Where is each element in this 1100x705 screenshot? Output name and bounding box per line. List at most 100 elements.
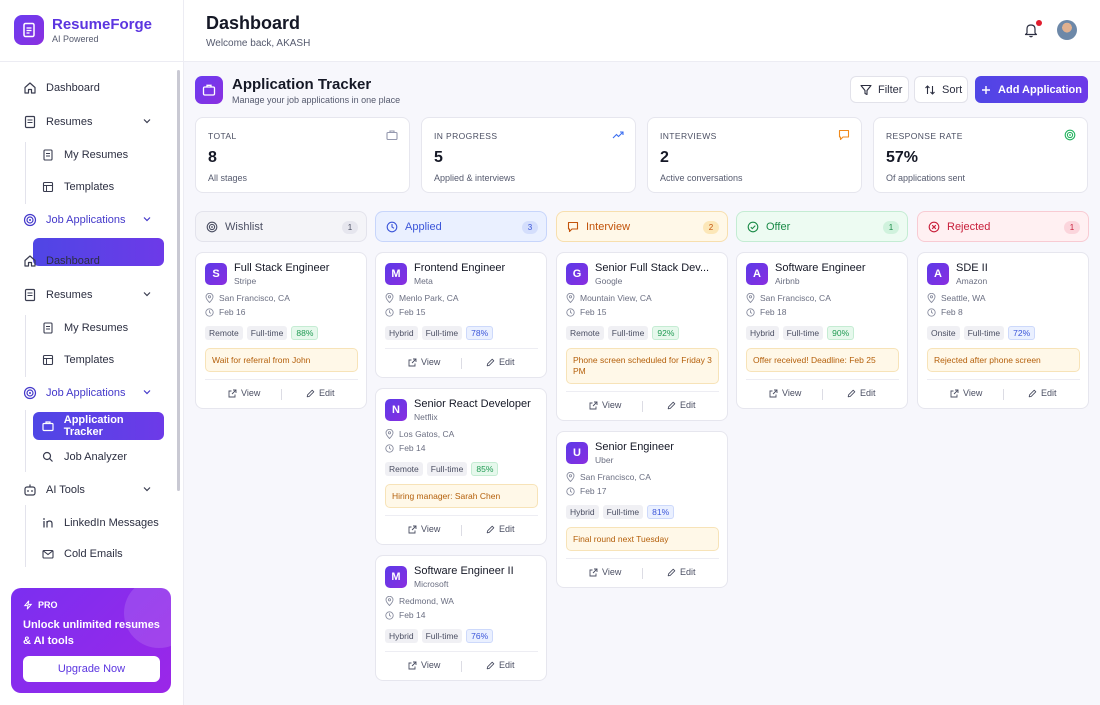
tracker-subtitle: Manage your job applications in one plac…: [232, 95, 401, 105]
sidebar-item-job-applications[interactable]: Job Applications: [18, 379, 164, 407]
sidebar-item-label: Application Tracker: [63, 414, 124, 438]
match-score-badge: 90%: [827, 326, 855, 340]
sidebar-scrollbar[interactable]: [177, 70, 180, 491]
sidebar-item-resumes[interactable]: Resumes: [18, 281, 164, 309]
edit-button[interactable]: Edit: [1028, 388, 1057, 398]
company-avatar: M: [385, 263, 407, 285]
column-title: Applied: [405, 220, 442, 233]
pro-badge: PRO: [23, 600, 58, 610]
sort-button[interactable]: Sort: [914, 76, 968, 103]
stat-label: IN PROGRESS: [434, 131, 498, 141]
sidebar-item-label: Resumes: [46, 289, 93, 301]
card-note: Rejected after phone screen: [927, 348, 1080, 372]
sidebar-item-templates[interactable]: Templates: [33, 173, 164, 201]
view-button[interactable]: View: [589, 567, 621, 577]
card-divider: [566, 558, 719, 559]
column-count-badge: 1: [342, 221, 358, 234]
filter-button[interactable]: Filter: [850, 76, 909, 103]
layout-icon: [41, 180, 55, 194]
column-title: Interview: [586, 220, 631, 233]
application-card[interactable]: S Full Stack Engineer Stripe San Francisco,…: [195, 252, 367, 409]
company-avatar: S: [205, 263, 227, 285]
view-label: View: [421, 524, 441, 534]
tag-list: Hybrid Full-time 81%: [566, 505, 678, 519]
sidebar-item-job-applications[interactable]: Job Applications: [18, 206, 164, 234]
sidebar-item-ai-tools[interactable]: AI Tools: [18, 476, 164, 504]
briefcase-icon: [195, 76, 223, 104]
clock-icon: [385, 307, 394, 317]
sidebar-item-linkedin-messages[interactable]: LinkedIn Messages: [33, 509, 164, 537]
chevron-down-icon: [142, 214, 152, 224]
sidebar-item-application-tracker[interactable]: Application Tracker: [33, 412, 164, 440]
sidebar-item-cold-emails[interactable]: Cold Emails: [33, 540, 164, 568]
sidebar-item-dashboard[interactable]: Dashboard: [18, 247, 164, 275]
pencil-icon: [486, 525, 495, 534]
date-row: Feb 8: [927, 307, 963, 317]
edit-button[interactable]: Edit: [486, 524, 515, 534]
clock-icon: [566, 486, 575, 496]
sidebar-item-job-analyzer[interactable]: Job Analyzer: [33, 443, 164, 471]
sidebar-item-dashboard[interactable]: Dashboard: [18, 74, 164, 102]
application-card[interactable]: N Senior React Developer Netflix Los Gatos,…: [375, 388, 547, 545]
sidebar-item-templates[interactable]: Templates: [33, 346, 164, 374]
column-header-offer[interactable]: Offer 1: [736, 211, 908, 242]
application-card[interactable]: A Software Engineer Airbnb San Francisco, C…: [736, 252, 908, 409]
view-button[interactable]: View: [950, 388, 982, 398]
pencil-icon: [667, 568, 676, 577]
stat-card: TOTAL 8 All stages: [195, 117, 410, 193]
column-header-applied[interactable]: Applied 3: [375, 211, 547, 242]
tag: Onsite: [927, 326, 960, 340]
edit-button[interactable]: Edit: [486, 357, 515, 367]
edit-button[interactable]: Edit: [306, 388, 335, 398]
file-icon: [23, 288, 37, 302]
edit-label: Edit: [499, 524, 515, 534]
company-name: Google: [595, 276, 623, 286]
job-title: Senior React Developer: [414, 398, 531, 410]
stat-label: TOTAL: [208, 131, 237, 141]
column-header-interview[interactable]: Interview 2: [556, 211, 728, 242]
edit-button[interactable]: Edit: [667, 567, 696, 577]
date-text: Feb 14: [399, 610, 426, 620]
view-button[interactable]: View: [769, 388, 801, 398]
view-button[interactable]: View: [408, 524, 440, 534]
stat-subtext: Of applications sent: [886, 173, 966, 183]
stat-card: INTERVIEWS 2 Active conversations: [647, 117, 862, 193]
application-card[interactable]: A SDE II Amazon Seattle, WA Feb 8 Onsite Full-…: [917, 252, 1089, 409]
column-header-rejected[interactable]: Rejected 1: [917, 211, 1089, 242]
upgrade-button[interactable]: Upgrade Now: [23, 656, 160, 682]
match-score-badge: 72%: [1008, 326, 1036, 340]
avatar[interactable]: [1057, 20, 1077, 40]
sidebar-nav[interactable]: Dashboard Resumes My Resumes Templates J…: [0, 62, 176, 576]
application-card[interactable]: U Senior Engineer Uber San Francisco, CA Feb…: [556, 431, 728, 588]
edit-button[interactable]: Edit: [667, 400, 696, 410]
company-name: Airbnb: [775, 276, 800, 286]
tag: Full-time: [602, 505, 644, 519]
card-note: Phone screen scheduled for Friday 3 PM: [566, 348, 719, 384]
filter-label: Filter: [878, 83, 903, 96]
view-button[interactable]: View: [408, 357, 440, 367]
application-card[interactable]: M Software Engineer II Microsoft Redmond, W…: [375, 555, 547, 681]
view-button[interactable]: View: [228, 388, 260, 398]
match-score-badge: 81%: [647, 505, 675, 519]
column-header-wishlist[interactable]: Wishlist 1: [195, 211, 367, 242]
application-card[interactable]: M Frontend Engineer Meta Menlo Park, CA Feb …: [375, 252, 547, 378]
edit-button[interactable]: Edit: [847, 388, 876, 398]
application-card[interactable]: G Senior Full Stack Dev... Google Mountain …: [556, 252, 728, 421]
target-icon: [1064, 129, 1076, 141]
column-count-badge: 1: [1064, 221, 1080, 234]
view-button[interactable]: View: [589, 400, 621, 410]
add-application-button[interactable]: Add Application: [975, 76, 1088, 103]
check-circle-icon: [747, 221, 759, 233]
chevron-down-icon: [142, 116, 152, 126]
sidebar-item-my-resumes[interactable]: My Resumes: [33, 141, 164, 169]
company-name: Microsoft: [414, 579, 449, 589]
brand[interactable]: ResumeForge AI Powered: [14, 15, 152, 45]
date-text: Feb 15: [580, 307, 607, 317]
sidebar-item-my-resumes[interactable]: My Resumes: [33, 314, 164, 342]
match-score-badge: 92%: [652, 326, 680, 340]
tag-list: Hybrid Full-time 90%: [746, 326, 858, 340]
edit-button[interactable]: Edit: [486, 660, 515, 670]
view-button[interactable]: View: [408, 660, 440, 670]
sidebar-item-label: Dashboard: [46, 82, 100, 94]
sidebar-item-resumes[interactable]: Resumes: [18, 108, 164, 136]
